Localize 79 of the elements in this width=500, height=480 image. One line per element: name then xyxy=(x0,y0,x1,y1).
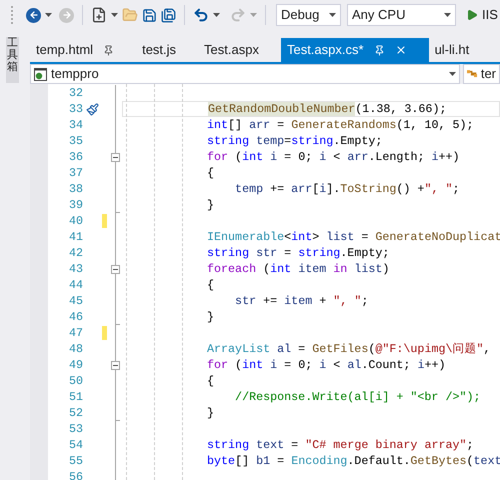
platform-dropdown[interactable]: Any CPU xyxy=(347,4,456,26)
line-number: 36 xyxy=(68,149,83,165)
new-project-icon[interactable] xyxy=(91,7,107,23)
code-line: for (int i = 0; i < arr.Length; i++) xyxy=(207,150,460,164)
collapse-toggle[interactable] xyxy=(111,265,120,274)
code-line: byte[] b1 = Encoding.Default.GetBytes(text xyxy=(207,454,500,468)
line-number: 46 xyxy=(68,309,83,325)
line-number: 44 xyxy=(68,277,83,293)
line-number: 45 xyxy=(68,293,83,309)
paintbrush-icon[interactable] xyxy=(86,102,99,116)
document-tab[interactable]: test.js xyxy=(136,38,198,62)
line-number: 50 xyxy=(68,373,83,389)
member-icon xyxy=(467,68,478,80)
code-line: string text = "C# merge binary array"; xyxy=(207,438,474,452)
code-line: temp += arr[i].ToString() +", "; xyxy=(234,182,460,196)
line-number: 47 xyxy=(68,325,83,341)
code-line: IEnumerable<int> list = GenerateNoDuplicat xyxy=(207,230,500,244)
line-number: 42 xyxy=(68,245,83,261)
line-number: 41 xyxy=(68,229,83,245)
caret-icon[interactable] xyxy=(449,72,456,76)
line-number: 52 xyxy=(68,405,83,421)
right-arrow-icon xyxy=(62,10,72,20)
play-icon xyxy=(466,9,478,21)
project-dropdown[interactable]: temppro xyxy=(30,64,460,84)
line-number: 35 xyxy=(68,133,83,149)
line-number: 48 xyxy=(68,341,83,357)
line-number: 49 xyxy=(68,357,83,373)
undo-dropdown-icon[interactable] xyxy=(213,13,220,17)
line-number: 38 xyxy=(68,181,83,197)
line-number: 54 xyxy=(68,437,83,453)
back-dropdown-icon[interactable] xyxy=(45,13,52,17)
configuration-dropdown[interactable]: Debug xyxy=(276,4,341,26)
line-number: 32 xyxy=(68,85,83,101)
code-line: { xyxy=(207,278,214,292)
code-line: } xyxy=(207,198,214,212)
code-line: string str = string.Empty; xyxy=(207,246,390,260)
line-number: 43 xyxy=(68,261,83,277)
document-tab[interactable]: Test.aspx xyxy=(198,38,281,62)
new-dropdown-icon[interactable] xyxy=(111,13,118,17)
project-icon xyxy=(34,68,48,80)
caret-icon[interactable] xyxy=(329,13,336,17)
code-line: //Response.Write(al[i] + "<br />"); xyxy=(234,390,481,404)
line-number: 56 xyxy=(68,469,83,480)
code-line: str += item + ", "; xyxy=(234,294,368,308)
code-line: string temp=string.Empty; xyxy=(207,134,382,148)
close-icon[interactable] xyxy=(394,44,407,56)
save-all-icon[interactable] xyxy=(161,8,176,22)
code-line: for (int i = 0; i < al.Count; i++) xyxy=(207,358,446,372)
code-line: { xyxy=(207,374,214,388)
code-line: } xyxy=(207,310,214,324)
code-line: int[] arr = GenerateRandoms(1, 10, 5); xyxy=(207,118,474,132)
code-line: GetRandomDoubleNumber(1.38, 3.66); xyxy=(208,102,446,116)
document-tab[interactable]: temp.html xyxy=(30,38,136,62)
collapse-toggle[interactable] xyxy=(111,361,120,370)
line-number: 37 xyxy=(68,165,83,181)
code-line: foreach (int item in list) xyxy=(207,262,390,276)
toolbox-tab[interactable]: 工具箱 xyxy=(6,37,19,83)
pin-icon[interactable] xyxy=(374,44,385,56)
document-tab[interactable]: Test.aspx.cs* xyxy=(280,38,429,62)
code-line: ArrayList al = GetFiles(@"F:\upimg\问题", xyxy=(207,342,491,356)
code-line: } xyxy=(207,406,214,420)
member-dropdown[interactable]: ter xyxy=(463,64,500,84)
pin-icon[interactable] xyxy=(103,44,114,56)
line-number: 53 xyxy=(68,421,83,437)
line-number: 51 xyxy=(68,389,83,405)
line-number: 55 xyxy=(68,453,83,469)
document-tab[interactable]: ul-li.ht xyxy=(428,38,492,62)
line-number: 33 xyxy=(68,101,83,117)
code-line: { xyxy=(207,166,214,180)
line-number: 40 xyxy=(68,213,83,229)
caret-icon[interactable] xyxy=(444,13,451,17)
back-button[interactable] xyxy=(26,8,41,22)
run-button[interactable]: IIS xyxy=(466,5,498,25)
left-arrow-icon xyxy=(28,10,38,20)
collapse-toggle[interactable] xyxy=(111,153,120,162)
line-number: 34 xyxy=(68,117,83,133)
undo-icon[interactable] xyxy=(193,7,209,23)
line-number: 39 xyxy=(68,197,83,213)
save-icon[interactable] xyxy=(142,8,157,22)
